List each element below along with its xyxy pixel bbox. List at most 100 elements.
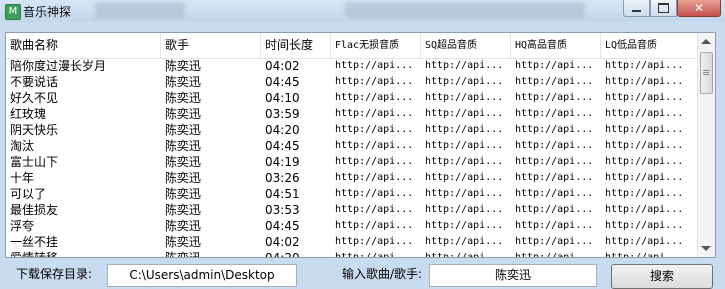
- cell-sq-link: http://api...: [425, 124, 504, 135]
- cell-sq-link: http://api...: [425, 220, 504, 231]
- search-button[interactable]: 搜索: [611, 264, 713, 289]
- cell-flac-link: http://api...: [335, 172, 414, 183]
- column-header-flac-link[interactable]: Flac无损音质: [331, 33, 421, 58]
- scroll-up-icon[interactable]: [701, 39, 711, 44]
- cell-duration: 03:53: [265, 203, 300, 217]
- maximize-icon: [658, 3, 669, 13]
- column-header-sq-link[interactable]: SQ超品音质: [421, 33, 511, 58]
- cell-singer: 陈奕迅: [165, 235, 202, 249]
- table-row[interactable]: 浮夸 陈奕迅 04:45 http://api... http://api... http…: [6, 218, 698, 234]
- save-dir-input[interactable]: C:\Users\admin\Desktop: [107, 264, 297, 287]
- cell-flac-link: http://api...: [335, 92, 414, 103]
- cell-lq-link: http://api...: [605, 204, 684, 215]
- cell-flac-link: http://api...: [335, 140, 414, 151]
- maximize-button[interactable]: [650, 0, 677, 17]
- cell-lq-link: http://api...: [605, 156, 684, 167]
- cell-song-name: 阴天快乐: [10, 123, 59, 137]
- cell-sq-link: http://api...: [425, 60, 504, 71]
- column-header-lq-link[interactable]: LQ低品音质: [601, 33, 698, 58]
- cell-sq-link: http://api...: [425, 204, 504, 215]
- cell-singer: 陈奕迅: [165, 251, 202, 258]
- cell-hq-link: http://api...: [515, 252, 594, 258]
- table-row[interactable]: 淘汰 陈奕迅 04:45 http://api... http://api... http…: [6, 138, 698, 154]
- cell-song-name: 一丝不挂: [10, 235, 59, 249]
- table-row[interactable]: 陪你度过漫长岁月 陈奕迅 04:02 http://api... http://api.…: [6, 58, 698, 74]
- cell-duration: 04:51: [265, 187, 300, 201]
- cell-duration: 04:45: [265, 75, 300, 89]
- cell-lq-link: http://api...: [605, 108, 684, 119]
- vertical-scrollbar[interactable]: [697, 33, 715, 257]
- app-logo-icon: M: [5, 4, 21, 20]
- minimize-icon: [632, 10, 641, 12]
- cell-song-name: 爱情转移: [10, 251, 59, 258]
- cell-song-name: 不要说话: [10, 75, 59, 89]
- cell-hq-link: http://api...: [515, 172, 594, 183]
- close-button[interactable]: ✕: [677, 0, 721, 17]
- table-row[interactable]: 十年 陈奕迅 03:26 http://api... http://api... http…: [6, 170, 698, 186]
- cell-duration: 04:02: [265, 59, 300, 73]
- window-controls: ✕: [623, 0, 721, 18]
- song-list[interactable]: 歌曲名称 歌手 时间长度 Flac无损音质 SQ超品音质 HQ高品音质 LQ低品音质 陪你度…: [5, 32, 716, 258]
- cell-duration: 04:45: [265, 139, 300, 153]
- table-row[interactable]: 阴天快乐 陈奕迅 04:20 http://api... http://api... ht…: [6, 122, 698, 138]
- column-header-duration[interactable]: 时间长度: [261, 33, 331, 58]
- cell-song-name: 富士山下: [10, 155, 59, 169]
- table-row[interactable]: 红玫瑰 陈奕迅 03:59 http://api... http://api... htt…: [6, 106, 698, 122]
- cell-duration: 04:19: [265, 155, 300, 169]
- cell-lq-link: http://api...: [605, 220, 684, 231]
- cell-duration: 04:10: [265, 91, 300, 105]
- scroll-down-icon[interactable]: [701, 246, 711, 251]
- bottom-bar: 下载保存目录: C:\Users\admin\Desktop 输入歌曲/歌手: …: [0, 262, 725, 289]
- column-header-singer[interactable]: 歌手: [161, 33, 261, 58]
- cell-flac-link: http://api...: [335, 60, 414, 71]
- cell-song-name: 十年: [10, 171, 35, 185]
- cell-singer: 陈奕迅: [165, 59, 202, 73]
- cell-singer: 陈奕迅: [165, 139, 202, 153]
- cell-flac-link: http://api...: [335, 108, 414, 119]
- cell-lq-link: http://api...: [605, 172, 684, 183]
- cell-duration: 04:20: [265, 123, 300, 137]
- cell-sq-link: http://api...: [425, 156, 504, 167]
- cell-sq-link: http://api...: [425, 108, 504, 119]
- cell-sq-link: http://api...: [425, 252, 504, 258]
- cell-sq-link: http://api...: [425, 76, 504, 87]
- table-row[interactable]: 一丝不挂 陈奕迅 04:02 http://api... http://api... ht…: [6, 234, 698, 250]
- column-header-song-name[interactable]: 歌曲名称: [6, 33, 161, 58]
- cell-hq-link: http://api...: [515, 188, 594, 199]
- cell-song-name: 最佳损友: [10, 203, 59, 217]
- cell-singer: 陈奕迅: [165, 155, 202, 169]
- cell-lq-link: http://api...: [605, 92, 684, 103]
- cell-song-name: 淘汰: [10, 139, 35, 153]
- table-row[interactable]: 好久不见 陈奕迅 04:10 http://api... http://api... ht…: [6, 90, 698, 106]
- list-header: 歌曲名称 歌手 时间长度 Flac无损音质 SQ超品音质 HQ高品音质 LQ低品音质: [6, 33, 698, 59]
- cell-lq-link: http://api...: [605, 60, 684, 71]
- search-input[interactable]: 陈奕迅: [429, 264, 597, 287]
- cell-sq-link: http://api...: [425, 92, 504, 103]
- cell-singer: 陈奕迅: [165, 171, 202, 185]
- table-row[interactable]: 可以了 陈奕迅 04:51 http://api... http://api... htt…: [6, 186, 698, 202]
- cell-duration: 03:26: [265, 171, 300, 185]
- search-label: 输入歌曲/歌手:: [342, 267, 423, 281]
- cell-flac-link: http://api...: [335, 204, 414, 215]
- table-row[interactable]: 爱情转移 陈奕迅 04:20 http://api... http://api... ht…: [6, 250, 698, 258]
- cell-singer: 陈奕迅: [165, 107, 202, 121]
- cell-lq-link: http://api...: [605, 236, 684, 247]
- scroll-thumb[interactable]: [700, 52, 713, 94]
- cell-hq-link: http://api...: [515, 124, 594, 135]
- cell-flac-link: http://api...: [335, 124, 414, 135]
- cell-song-name: 好久不见: [10, 91, 59, 105]
- cell-flac-link: http://api...: [335, 188, 414, 199]
- cell-flac-link: http://api...: [335, 252, 414, 258]
- cell-song-name: 可以了: [10, 187, 47, 201]
- cell-flac-link: http://api...: [335, 76, 414, 87]
- column-header-hq-link[interactable]: HQ高品音质: [511, 33, 601, 58]
- table-row[interactable]: 最佳损友 陈奕迅 03:53 http://api... http://api... ht…: [6, 202, 698, 218]
- cell-singer: 陈奕迅: [165, 203, 202, 217]
- close-icon: ✕: [693, 1, 705, 15]
- window-title: 音乐神探: [23, 5, 72, 19]
- cell-flac-link: http://api...: [335, 156, 414, 167]
- minimize-button[interactable]: [623, 0, 650, 17]
- table-row[interactable]: 富士山下 陈奕迅 04:19 http://api... http://api... ht…: [6, 154, 698, 170]
- table-row[interactable]: 不要说话 陈奕迅 04:45 http://api... http://api... ht…: [6, 74, 698, 90]
- cell-sq-link: http://api...: [425, 172, 504, 183]
